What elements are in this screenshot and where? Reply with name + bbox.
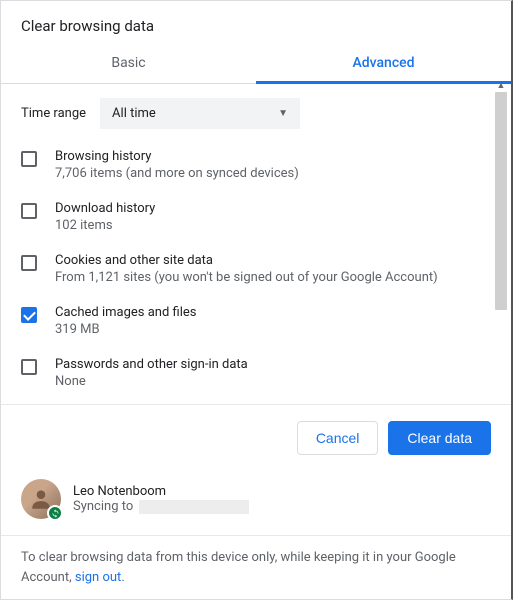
option-row: Browsing history 7,706 items (and more on…	[21, 149, 491, 181]
sign-out-link[interactable]: sign out	[75, 570, 121, 585]
option-title: Cookies and other site data	[55, 253, 438, 268]
divider	[1, 535, 511, 536]
notice-text: To clear browsing data from this device …	[21, 548, 491, 587]
option-row: Passwords and other sign-in data None	[21, 357, 491, 389]
cancel-button[interactable]: Cancel	[297, 421, 379, 455]
sync-badge-icon	[47, 505, 63, 521]
option-row: Cookies and other site data From 1,121 si…	[21, 253, 491, 285]
checkbox-passwords-and-other-sign-in-data[interactable]	[21, 359, 37, 375]
scroll-up-icon[interactable]: ▲	[495, 84, 507, 92]
option-subtitle: 319 MB	[55, 322, 196, 337]
scrollbar-thumb[interactable]	[495, 92, 507, 310]
chevron-down-icon: ▼	[278, 108, 288, 119]
option-title: Cached images and files	[55, 305, 196, 320]
option-subtitle: None	[55, 374, 248, 389]
option-subtitle: 102 items	[55, 218, 155, 233]
redacted-email	[139, 500, 249, 514]
time-range-value: All time	[112, 106, 156, 121]
checkbox-download-history[interactable]	[21, 203, 37, 219]
time-range-dropdown[interactable]: All time ▼	[100, 98, 300, 129]
checkbox-cookies-and-other-site-data[interactable]	[21, 255, 37, 271]
checkbox-browsing-history[interactable]	[21, 151, 37, 167]
dialog-title: Clear browsing data	[21, 17, 491, 35]
clear-data-button[interactable]: Clear data	[388, 421, 491, 455]
option-row: Download history 102 items	[21, 201, 491, 233]
option-title: Passwords and other sign-in data	[55, 357, 248, 372]
time-range-label: Time range	[21, 106, 86, 121]
option-title: Download history	[55, 201, 155, 216]
checkbox-cached-images-and-files[interactable]	[21, 307, 37, 323]
tab-advanced[interactable]: Advanced	[256, 43, 511, 83]
options-scroll-area: ▲ Time range All time ▼ Browsing history…	[1, 84, 511, 404]
tabs: Basic Advanced	[1, 43, 511, 84]
tab-basic[interactable]: Basic	[1, 43, 256, 83]
profile-sync-status: Syncing to	[73, 499, 249, 514]
option-row: Cached images and files 319 MB	[21, 305, 491, 337]
option-title: Browsing history	[55, 149, 299, 164]
option-subtitle: 7,706 items (and more on synced devices)	[55, 166, 299, 181]
profile-name: Leo Notenboom	[73, 484, 249, 499]
profile-row: Leo Notenboom Syncing to	[21, 479, 491, 519]
option-subtitle: From 1,121 sites (you won't be signed ou…	[55, 270, 438, 285]
